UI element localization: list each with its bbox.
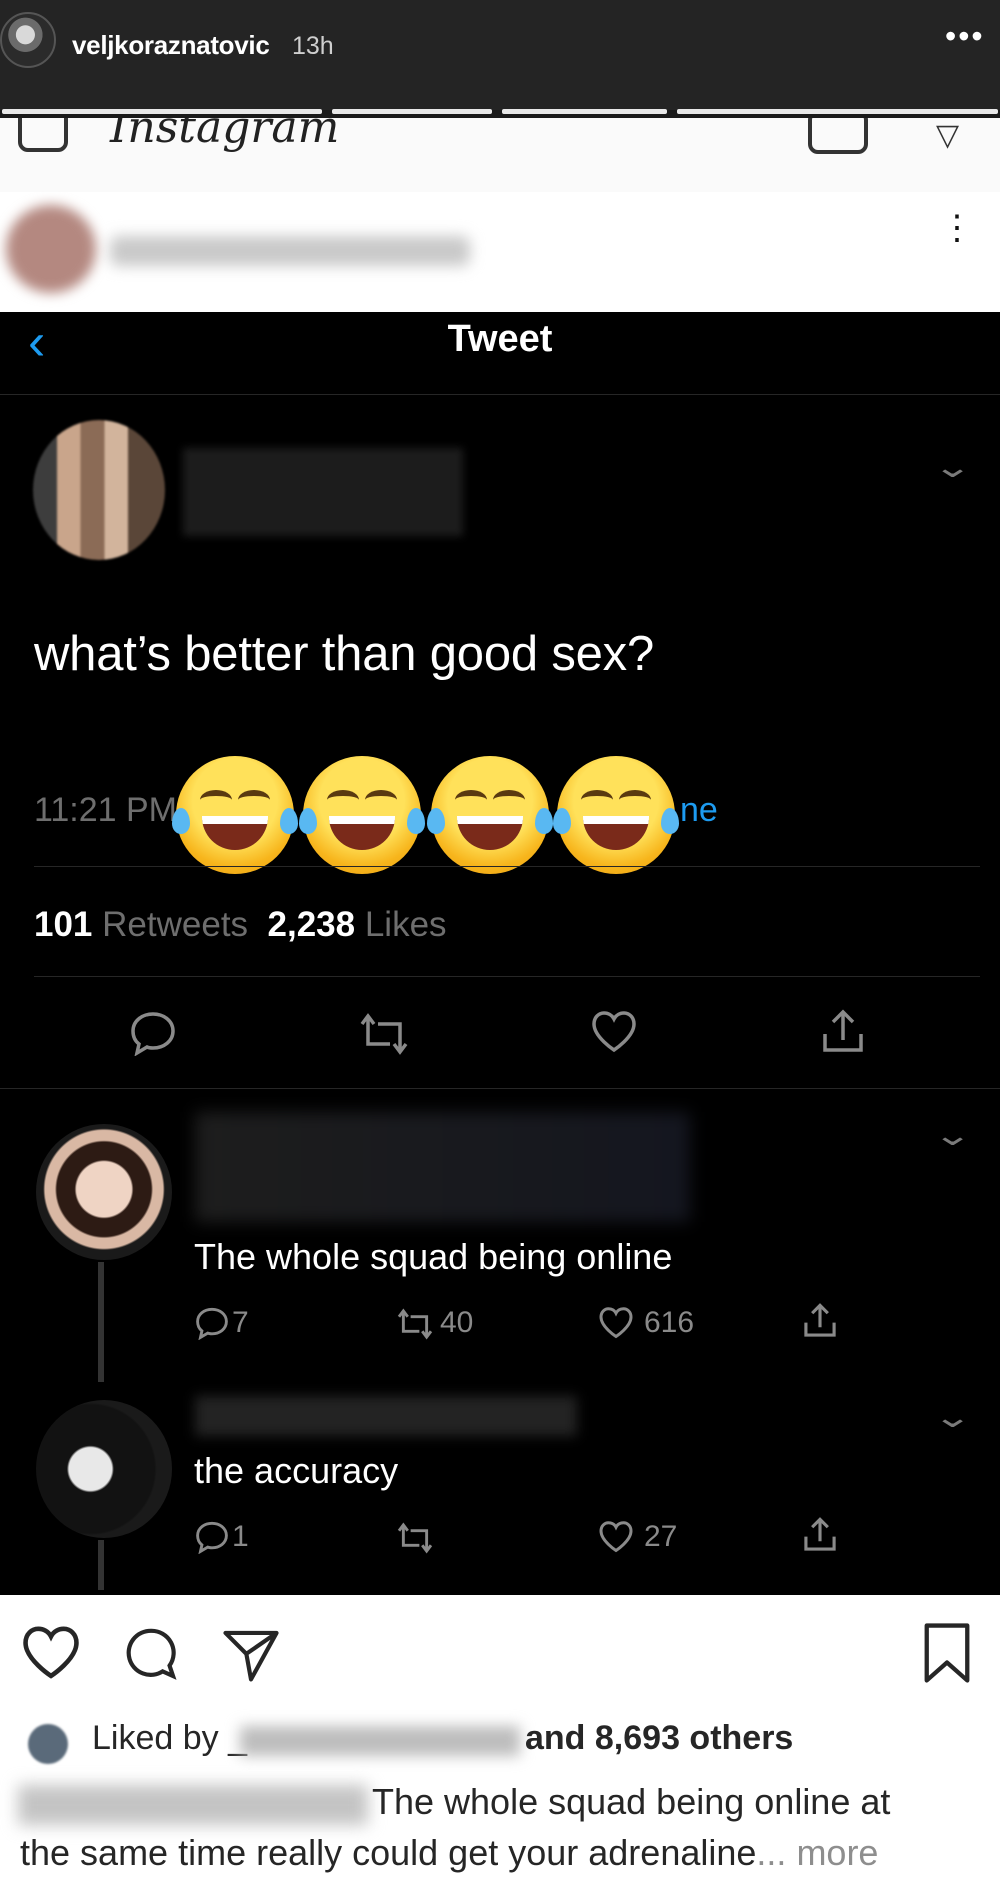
chevron-down-icon: ⌄ [932, 1401, 973, 1434]
tweet-text: what’s better than good sex? [34, 627, 655, 681]
header-divider [0, 394, 1000, 395]
retweet-icon [396, 1522, 434, 1554]
tweet-client-label: ne [680, 791, 718, 829]
like-heart-icon [590, 1010, 638, 1054]
actions-divider [0, 1088, 1000, 1089]
post-menu-icon: ⋮ [940, 209, 974, 247]
post-author-avatar-blurred [6, 205, 96, 293]
reply-icon [194, 1520, 230, 1554]
share-icon [802, 1302, 838, 1340]
reply-icon [194, 1306, 230, 1340]
laughing-emoji-icon [299, 756, 425, 874]
chevron-down-icon: ⌄ [932, 451, 973, 484]
retweets-count: 101 [34, 905, 93, 944]
stats-divider [34, 976, 980, 977]
caption-text-line2: the same time really could get your adre… [20, 1832, 878, 1874]
tweet-header-title: Tweet [447, 318, 553, 360]
reply-author-name-blurred [195, 1396, 577, 1436]
caption-text-line1: The whole squad being online at [372, 1781, 891, 1822]
comment-icon[interactable] [122, 1625, 180, 1688]
story-progress-segment [677, 109, 998, 114]
direct-message-icon: ▽ [936, 119, 960, 152]
share-send-icon[interactable] [220, 1626, 282, 1689]
likes-label: Likes [364, 905, 447, 944]
laughing-emoji-icon [427, 756, 553, 874]
tweet-timestamp: 11:21 PM [34, 791, 178, 829]
likes-count-link[interactable]: and 8,693 others [525, 1719, 793, 1758]
laughing-emoji-icon [172, 756, 298, 874]
story-progress-segment [502, 109, 667, 114]
story-progress-segment [2, 109, 322, 114]
likes-count: 2,238 [267, 905, 356, 944]
like-heart-icon[interactable] [20, 1625, 82, 1686]
bookmark-icon[interactable] [920, 1622, 974, 1689]
reply-author-name-blurred [195, 1112, 690, 1222]
reply-count: 7 [232, 1306, 249, 1339]
like-count: 616 [644, 1306, 695, 1339]
liker-avatar[interactable] [28, 1724, 68, 1764]
reply-text: The whole squad being online [194, 1236, 673, 1277]
story-username[interactable]: veljkoraznatovic [72, 30, 270, 61]
retweet-count: 40 [440, 1306, 474, 1339]
camera-icon [18, 118, 68, 152]
story-user-avatar[interactable] [0, 12, 56, 68]
reply-text: the accuracy [194, 1450, 399, 1491]
share-icon [802, 1516, 838, 1554]
liked-by-label[interactable]: Liked by _ [92, 1719, 247, 1758]
story-more-options-icon[interactable]: ••• [945, 20, 985, 52]
retweet-icon [358, 1012, 410, 1056]
igtv-icon [808, 118, 868, 154]
reply-author-avatar-pixelated [36, 1400, 172, 1538]
like-heart-icon [598, 1520, 634, 1554]
laughing-emoji-icon [553, 756, 679, 874]
like-heart-icon [598, 1306, 634, 1340]
instagram-top-bar: Instagram ▽ [0, 118, 1000, 192]
story-progress-segment [332, 109, 492, 114]
tweet-author-avatar-pixelated [33, 420, 165, 560]
retweet-icon [396, 1308, 434, 1340]
like-count: 27 [644, 1520, 678, 1553]
liker-username-blurred [240, 1726, 520, 1756]
reply-icon [128, 1010, 178, 1056]
share-icon [820, 1008, 866, 1056]
story-timestamp: 13h [292, 32, 334, 60]
reply-count: 1 [232, 1520, 249, 1553]
instagram-logo: Instagram [110, 118, 340, 153]
caption-text: the same time really could get your adre… [20, 1832, 757, 1873]
retweets-label: Retweets [102, 905, 249, 944]
tweet-author-name-blurred [183, 448, 463, 536]
chevron-down-icon: ⌄ [932, 1119, 973, 1152]
post-author-name-blurred [110, 236, 470, 266]
meta-divider [34, 866, 980, 867]
reply-author-avatar-pixelated [36, 1124, 172, 1260]
caption-username-blurred [18, 1785, 368, 1825]
caption-ellipsis: ... [756, 1832, 787, 1873]
thread-line [98, 1262, 104, 1382]
thread-line [98, 1540, 104, 1590]
more-link[interactable]: more [796, 1832, 878, 1873]
tweet-stats: 101 Retweets 2,238 Likes [34, 905, 447, 945]
